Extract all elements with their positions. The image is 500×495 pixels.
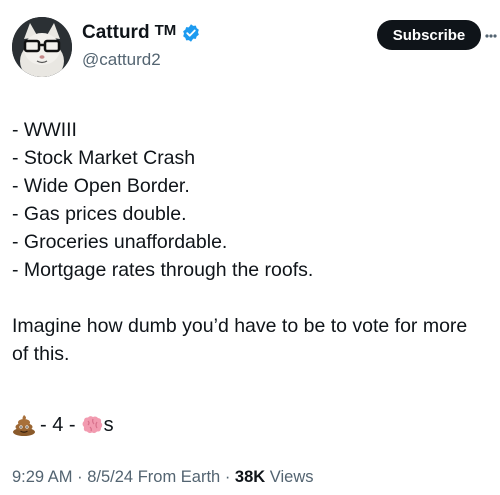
views-label: Views <box>269 468 314 486</box>
views-count: 38K <box>234 468 266 486</box>
tweet-time[interactable]: 9:29 AM <box>12 468 73 486</box>
meta-separator: · <box>77 468 83 486</box>
tweet-source: From Earth <box>137 468 221 486</box>
tweet-paragraph: Imagine how dumb you’d have to be to vot… <box>12 315 468 365</box>
subscribe-button[interactable]: Subscribe <box>377 20 481 50</box>
verified-badge-icon <box>183 24 200 42</box>
author-row: Catturd TM <box>82 22 201 44</box>
emoji-separator: - 4 - <box>40 414 76 436</box>
tweet-meta: 9:29 AM · 8/5/24 From Earth · 38K Views <box>12 468 314 487</box>
list-item: - Gas prices double. <box>12 203 187 225</box>
emoji-line: - 4 - s <box>12 412 114 438</box>
poop-emoji-icon <box>13 415 35 436</box>
list-item: - Wide Open Border. <box>12 175 190 197</box>
list-item: - Stock Market Crash <box>12 147 196 169</box>
trademark-label: TM <box>154 21 177 39</box>
tweet-text: - WWIII - Stock Market Crash - Wide Open… <box>12 116 492 368</box>
cat-avatar-icon <box>12 17 72 77</box>
tweet-date[interactable]: 8/5/24 <box>87 468 133 486</box>
brain-emoji-icon <box>82 416 102 434</box>
more-options-icon[interactable] <box>485 26 497 42</box>
author-name[interactable]: Catturd <box>82 22 150 44</box>
author-handle[interactable]: @catturd2 <box>82 50 161 70</box>
list-item: - Mortgage rates through the roofs. <box>12 259 314 281</box>
list-item: - WWIII <box>12 119 77 141</box>
emoji-suffix: s <box>103 414 114 436</box>
meta-separator: · <box>224 468 231 486</box>
avatar[interactable] <box>12 17 72 77</box>
tweet-header: Catturd TM @catturd2 Subscribe <box>0 0 500 100</box>
list-item: - Groceries unaffordable. <box>12 231 228 253</box>
